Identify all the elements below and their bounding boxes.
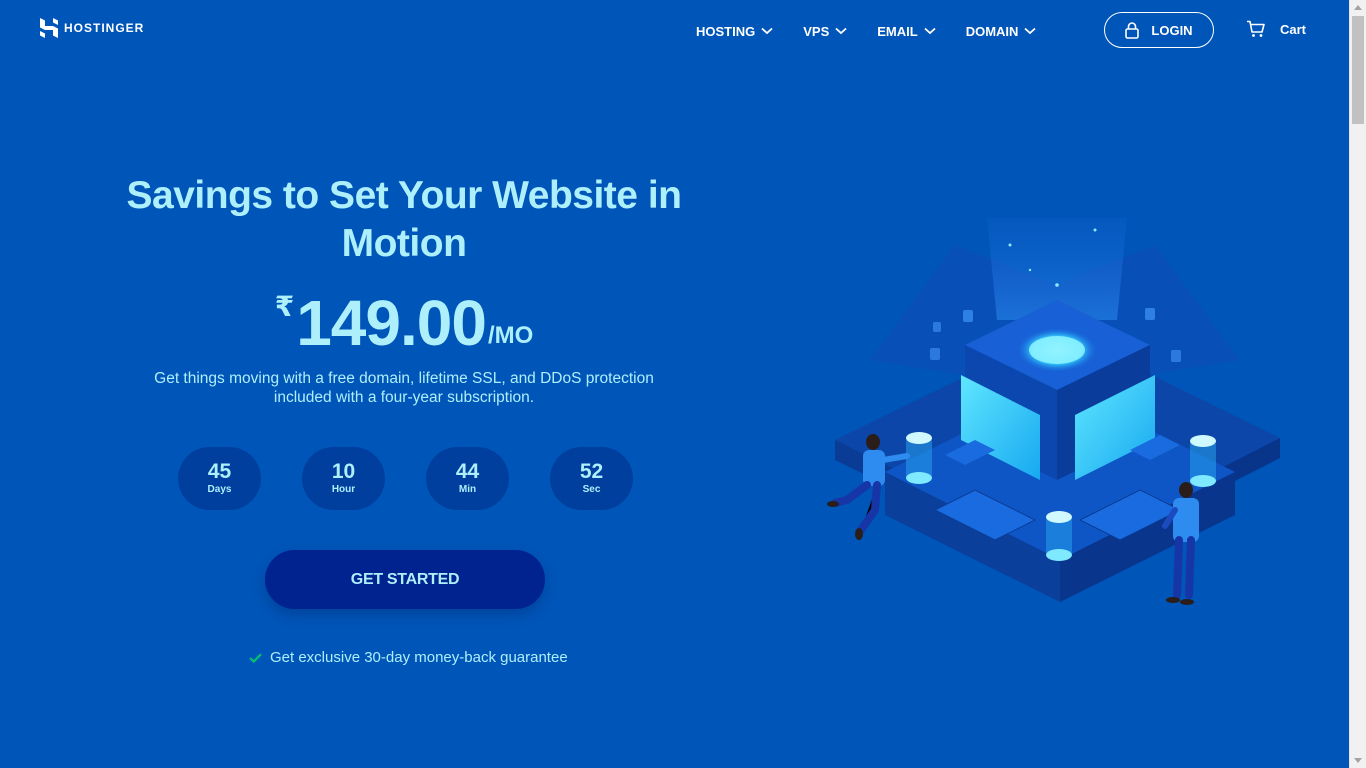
nav-item-vps[interactable]: VPS: [803, 24, 847, 39]
timer-value: 52: [579, 460, 604, 483]
timer-unit: Days: [207, 484, 232, 495]
nav-item-email[interactable]: EMAIL: [877, 23, 936, 39]
login-label: LOGIN: [1151, 22, 1193, 38]
nav-item-label: VPS: [803, 23, 830, 39]
scrollbar-thumb[interactable]: [1352, 16, 1364, 124]
chevron-down-icon: [761, 27, 773, 35]
timer-value: 10: [331, 460, 356, 483]
price-period: /MO: [487, 322, 534, 349]
page: HOSTINGER HOSTING VPS EMAIL DOMAIN LOGIN: [0, 0, 1349, 768]
guarantee-text: Get exclusive 30-day money-back guarante…: [270, 649, 568, 666]
money-back-guarantee: Get exclusive 30-day money-back guarante…: [249, 649, 568, 666]
login-button[interactable]: LOGIN: [1104, 12, 1214, 48]
checkmark-icon: [249, 652, 262, 663]
cart-link[interactable]: Cart: [1246, 20, 1306, 38]
chevron-down-icon: [1024, 27, 1037, 35]
chevron-down-icon: [835, 27, 847, 35]
countdown-timer: 45 Days 10 Hour 44 Min 52 Sec: [178, 447, 633, 510]
cart-icon: [1247, 20, 1265, 37]
cart-label: Cart: [1280, 21, 1307, 37]
chevron-down-icon: [924, 27, 936, 35]
brand-name: HOSTINGER: [64, 21, 145, 35]
nav-item-hosting[interactable]: HOSTING: [696, 24, 773, 39]
nav-item-label: HOSTING: [696, 23, 756, 39]
scroll-down-icon[interactable]: [1354, 758, 1362, 763]
timer-value: 45: [207, 460, 232, 483]
get-started-button[interactable]: GET STARTED: [265, 550, 545, 609]
price: ₹ 149.00 /MO: [120, 288, 688, 358]
price-amount: 149.00: [296, 287, 487, 359]
main-nav: HOSTING VPS EMAIL DOMAIN: [696, 22, 1037, 40]
lock-icon: [1125, 21, 1140, 39]
hostinger-logo-icon: [40, 18, 58, 38]
scroll-up-icon[interactable]: [1354, 5, 1362, 10]
timer-value: 44: [455, 460, 480, 483]
timer-seconds: 52 Sec: [550, 447, 633, 510]
nav-item-label: DOMAIN: [965, 23, 1019, 39]
hero-title: Savings to Set Your Website in Motion: [126, 174, 682, 265]
page-scrollbar[interactable]: [1349, 0, 1366, 768]
price-currency: ₹: [274, 291, 295, 322]
timer-minutes: 44 Min: [426, 447, 509, 510]
brand-logo[interactable]: HOSTINGER: [40, 18, 144, 38]
server-illustration: [827, 218, 1280, 605]
hero-subtitle: Get things moving with a free domain, li…: [154, 370, 654, 406]
nav-item-domain[interactable]: DOMAIN: [966, 24, 1037, 39]
timer-days: 45 Days: [178, 447, 261, 510]
nav-item-label: EMAIL: [877, 23, 918, 39]
timer-unit: Min: [458, 484, 477, 495]
timer-hours: 10 Hour: [302, 447, 385, 510]
timer-unit: Sec: [582, 484, 601, 495]
timer-unit: Hour: [331, 484, 356, 495]
